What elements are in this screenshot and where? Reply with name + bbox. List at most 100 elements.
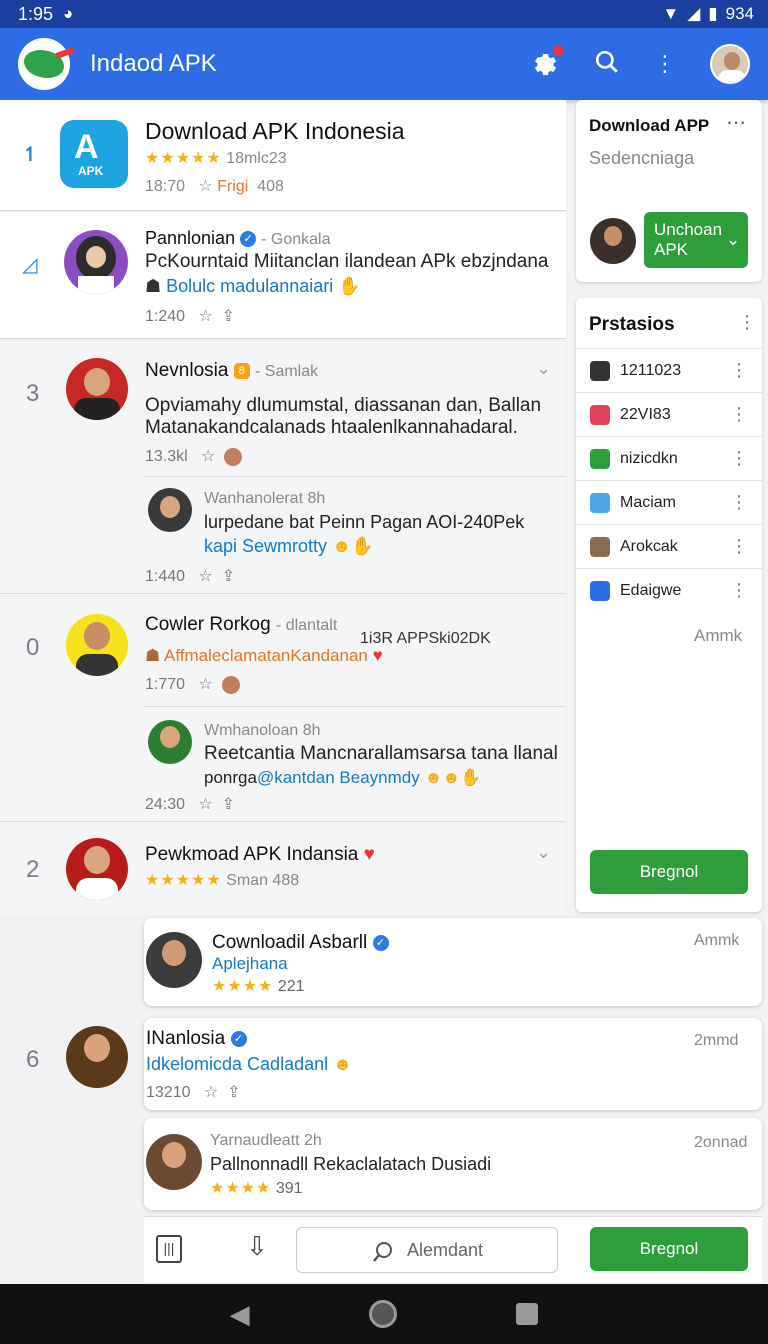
side-list-item[interactable]: Maciam ⋮ — [576, 480, 762, 524]
app-card-top[interactable]: ↿ A APK Download APK Indonesia ★★★★★ 18m… — [0, 100, 566, 211]
star-outline-icon[interactable]: ☆ — [201, 448, 215, 465]
post-card[interactable]: 3 ⌄ Nevnlosia 8 - Samlak Opviamahy dlumu… — [0, 342, 566, 594]
status-time: 1:95 — [18, 3, 54, 24]
more-vert-icon[interactable]: ⋮ — [730, 404, 748, 425]
side-list-item[interactable]: 22VI83 ⋮ — [576, 392, 762, 436]
rating-row: ★★★★★ Sman 488 — [145, 870, 299, 890]
avatar[interactable] — [64, 230, 128, 294]
side-list-item[interactable]: Edaigwe ⋮ — [576, 568, 762, 612]
share-outline-icon[interactable]: ⇪ — [222, 308, 235, 325]
author-name[interactable]: Pannlonian — [145, 228, 235, 248]
star-outline-icon[interactable]: ☆ — [198, 676, 212, 693]
author-row: Nevnlosia 8 - Samlak — [145, 360, 318, 382]
meta-time: 18:70 — [145, 178, 186, 195]
avatar[interactable] — [590, 218, 636, 264]
post-actions: 13.3kl ☆ — [145, 446, 243, 466]
more-vert-icon[interactable]: ⋮ — [730, 580, 748, 601]
meta-count: 408 — [257, 178, 284, 195]
avatar[interactable] — [148, 720, 192, 764]
card-sub[interactable]: Idkelomicda Cadladanl — [146, 1054, 328, 1074]
item-icon — [590, 492, 610, 513]
back-icon[interactable]: ◀ — [230, 1299, 250, 1330]
share-outline-icon[interactable]: ⇪ — [222, 568, 235, 585]
reply-author[interactable]: Wanhanolerat 8h — [204, 490, 325, 508]
author-name[interactable]: INanlosia — [146, 1028, 225, 1049]
app-bar: Indaod APK ⋮ — [0, 28, 768, 100]
author-name[interactable]: Pewkmoad APK Indansia — [145, 844, 358, 865]
avatar[interactable] — [66, 614, 128, 676]
search-icon[interactable] — [594, 49, 620, 80]
star-outline-icon[interactable]: ☆ — [198, 568, 212, 585]
heart-icon: ♥ — [372, 646, 383, 665]
author-row: Pannlonian ✓ - Gonkala — [145, 228, 331, 249]
post-card[interactable]: 0 Cowler Rorkog - dlantalt 1i3R APPSki02… — [0, 598, 566, 822]
download-apk-button[interactable]: Unchoan APK ⌄ — [644, 212, 748, 268]
share-outline-icon[interactable]: ⇪ — [227, 1084, 240, 1101]
star-rating-icon: ★★★★★ — [145, 150, 222, 167]
side-list-item[interactable]: 1211023 ⋮ — [576, 348, 762, 392]
more-vert-icon[interactable]: ⋮ — [730, 360, 748, 381]
more-horiz-icon[interactable]: ⋯ — [726, 110, 746, 135]
avatar[interactable] — [66, 358, 128, 420]
bregnol-bottom-button[interactable]: Bregnol — [590, 1227, 748, 1271]
search-input[interactable]: Alemdant — [296, 1227, 558, 1273]
recents-icon[interactable] — [516, 1303, 539, 1325]
verified-icon: ✓ — [240, 231, 257, 248]
side-list-item[interactable]: Arokcak ⋮ — [576, 524, 762, 568]
download-icon[interactable]: ⇩ — [246, 1231, 268, 1262]
settings-gear-icon[interactable] — [530, 45, 564, 79]
post-card[interactable]: ◿ Pannlonian ✓ - Gonkala PcKourntaid Mii… — [0, 212, 566, 339]
more-vert-icon[interactable]: ⋮ — [730, 492, 748, 513]
chevron-down-icon[interactable]: ⌄ — [536, 358, 551, 379]
app-logo-icon[interactable] — [18, 38, 75, 90]
reply-line2: ponrga@kantdan Beaynmdy ☻☻✋ — [204, 766, 481, 790]
more-vert-icon[interactable]: ⋮ — [738, 312, 756, 333]
star-outline-icon[interactable]: ☆ — [198, 178, 212, 195]
signal-icon: ◢ — [687, 4, 701, 23]
bregnol-button[interactable]: Bregnol — [590, 850, 748, 894]
card-sub[interactable]: Aplejhana — [212, 952, 288, 976]
rating-text: 18mlc23 — [226, 150, 287, 167]
apk-app-icon[interactable]: A APK — [60, 120, 128, 188]
more-vert-icon[interactable]: ⋮ — [730, 536, 748, 557]
author-name[interactable]: Yarnaudleatt 2h — [210, 1132, 322, 1150]
floating-card[interactable]: INanlosia ✓ Idkelomicda Cadladanl ☻ 1321… — [66, 1018, 762, 1110]
more-vert-icon[interactable]: ⋮ — [654, 51, 676, 77]
author-name[interactable]: Cowler Rorkog — [145, 614, 271, 635]
rating-row: ★★★★ 391 — [210, 1178, 303, 1198]
side-list-item[interactable]: nizicdkn ⋮ — [576, 436, 762, 480]
reply-mention[interactable]: kapi Sewmrotty — [204, 536, 327, 556]
reply-actions: 1:440 ☆ ⇪ — [145, 566, 235, 586]
app-title[interactable]: Download APK Indonesia — [145, 118, 405, 145]
avatar[interactable] — [146, 932, 202, 988]
reply-author[interactable]: Wmhanoloan 8h — [204, 722, 321, 740]
trend-icon: ↿ — [22, 144, 39, 166]
system-nav-bar: ◀ — [0, 1284, 768, 1344]
post-time: 1:240 — [145, 308, 186, 325]
post-mention[interactable]: AffmaleclamatanKandanan — [164, 646, 368, 665]
author-sub: - Gonkala — [261, 231, 331, 248]
reply-body: Reetcantia Mancnarallamsarsa tana llanal — [204, 743, 558, 764]
author-name[interactable]: Cownloadil Asbarll — [212, 932, 367, 953]
chevron-down-icon[interactable]: ⌄ — [536, 842, 551, 863]
avatar[interactable] — [66, 838, 128, 900]
star-outline-icon[interactable]: ☆ — [198, 308, 212, 325]
author-name[interactable]: Nevnlosia — [145, 360, 228, 381]
post-mention[interactable]: Bolulc madulannaiari — [166, 276, 333, 296]
avatar[interactable] — [66, 1026, 128, 1088]
share-outline-icon[interactable]: ⇪ — [222, 796, 235, 813]
avatar[interactable] — [148, 488, 192, 532]
floating-card[interactable]: Yarnaudleatt 2h Pallnonnadll Rekaclalata… — [144, 1118, 762, 1210]
grid-icon[interactable]: ||| — [156, 1235, 182, 1263]
avatar[interactable] — [146, 1134, 202, 1190]
star-outline-icon[interactable]: ☆ — [204, 1084, 218, 1101]
user-avatar[interactable] — [710, 44, 750, 84]
post-card[interactable]: 2 ⌄ Pewkmoad APK Indansia ♥ ★★★★★ Sman 4… — [0, 824, 566, 914]
more-vert-icon[interactable]: ⋮ — [730, 448, 748, 469]
reply-mention[interactable]: @kantdan Beaynmdy — [257, 768, 420, 787]
floating-card[interactable]: Cownloadil Asbarll ✓ Aplejhana ★★★★ 221 … — [144, 918, 762, 1006]
star-outline-icon[interactable]: ☆ — [198, 796, 212, 813]
home-icon[interactable] — [368, 1300, 397, 1328]
button-label: Bregnol — [639, 862, 699, 881]
meta-row: 18:70 ☆ Frigi 408 — [145, 176, 284, 196]
